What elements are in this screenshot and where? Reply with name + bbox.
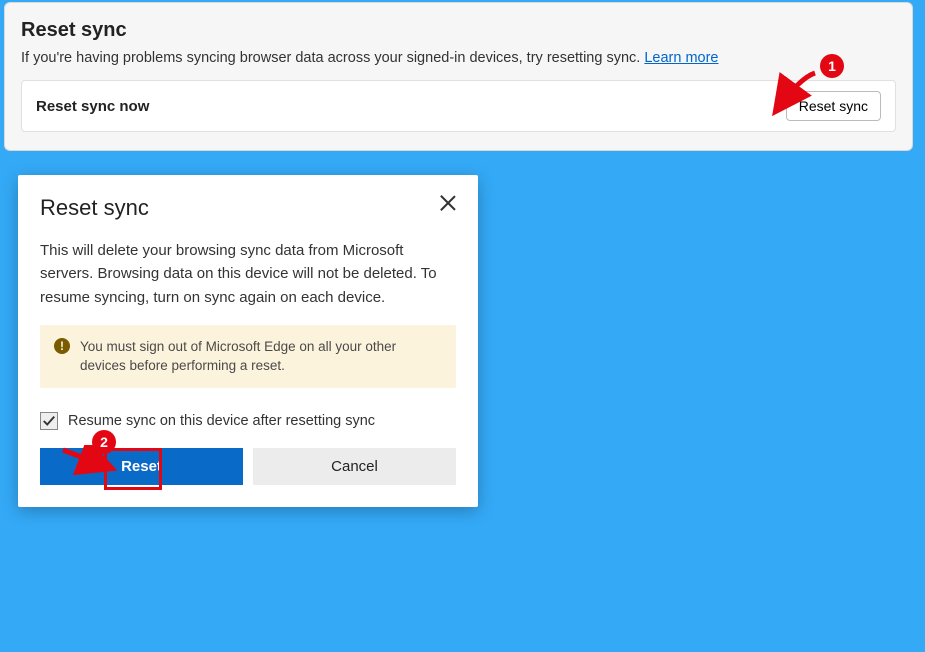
reset-sync-card: Reset sync If you're having problems syn…: [4, 2, 913, 151]
annotation-arrow-2: [58, 622, 118, 652]
reset-sync-row: Reset sync now Reset sync: [21, 80, 896, 132]
reset-sync-row-label: Reset sync now: [36, 98, 149, 115]
resume-sync-checkbox-label: Resume sync on this device after resetti…: [68, 413, 375, 429]
dialog-title: Reset sync: [40, 195, 149, 221]
dialog-actions: Reset Cancel: [40, 448, 456, 485]
warning-box: ! You must sign out of Microsoft Edge on…: [40, 325, 456, 388]
cancel-button[interactable]: Cancel: [253, 448, 456, 485]
warning-icon: !: [54, 338, 70, 354]
resume-sync-checkbox[interactable]: [40, 412, 58, 430]
dialog-header: Reset sync: [40, 195, 456, 221]
warning-text: You must sign out of Microsoft Edge on a…: [80, 337, 442, 376]
dialog-body-text: This will delete your browsing sync data…: [40, 239, 456, 309]
reset-sync-button[interactable]: Reset sync: [786, 91, 881, 121]
card-description: If you're having problems syncing browse…: [21, 50, 896, 66]
checkmark-icon: [42, 414, 56, 428]
close-icon[interactable]: [438, 195, 456, 213]
resume-sync-checkbox-row[interactable]: Resume sync on this device after resetti…: [40, 412, 456, 430]
card-title: Reset sync: [21, 19, 896, 42]
card-description-text: If you're having problems syncing browse…: [21, 50, 644, 66]
reset-button[interactable]: Reset: [40, 448, 243, 485]
reset-sync-dialog: Reset sync This will delete your browsin…: [18, 175, 478, 507]
learn-more-link[interactable]: Learn more: [644, 50, 718, 66]
